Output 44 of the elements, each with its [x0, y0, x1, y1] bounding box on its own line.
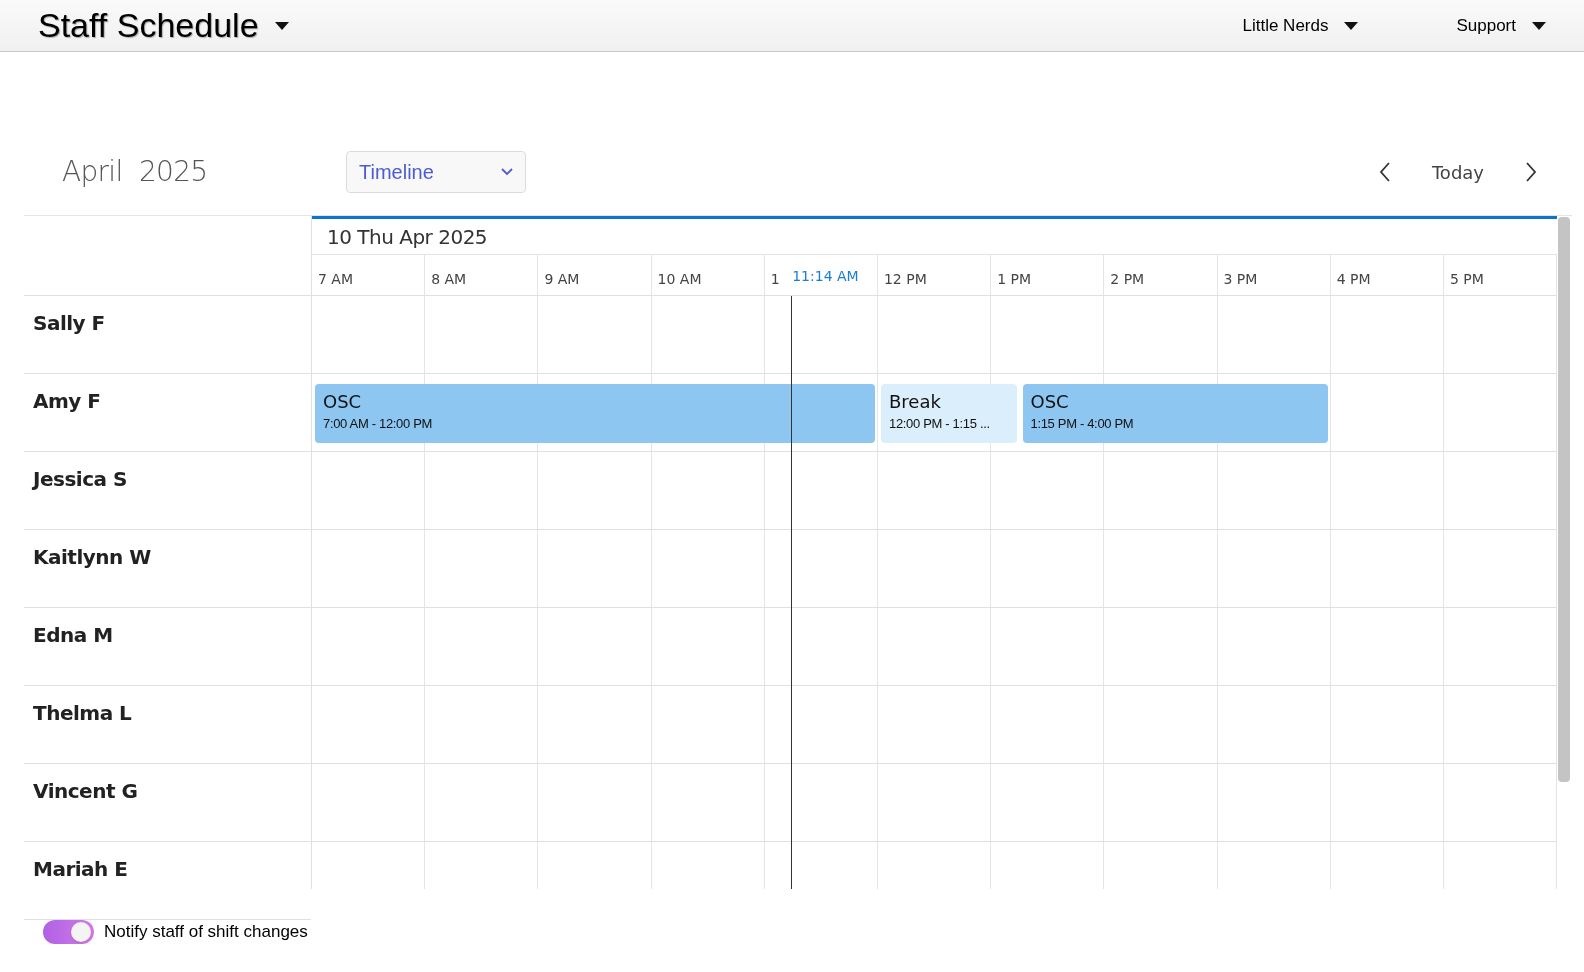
hour-label: 10 AM — [657, 271, 702, 287]
hour-label: 1 — [770, 271, 780, 287]
chevron-left-icon — [1378, 162, 1391, 182]
view-dropdown[interactable]: Timeline — [346, 151, 526, 193]
hour-label: 8 AM — [431, 271, 467, 287]
header-menu[interactable]: Support — [1456, 12, 1546, 39]
hour-label: 3 PM — [1223, 271, 1258, 287]
chevron-right-icon — [1525, 162, 1537, 182]
staff-name: Thelma L — [33, 701, 132, 725]
hour-label: 1 PM — [997, 271, 1031, 287]
hour-label: 5 PM — [1449, 271, 1484, 287]
staff-name: Vincent G — [33, 779, 138, 803]
caret-icon — [1344, 21, 1359, 30]
caret-icon — [274, 21, 289, 30]
month-year-label: April 2025 — [62, 154, 209, 190]
date-header: 10 Thu Apr 2025 — [327, 223, 488, 251]
chevron-down-icon — [501, 168, 513, 176]
app-title-menu[interactable]: Staff Schedule — [38, 0, 289, 51]
shift-event[interactable]: OSC 7:00 AM - 12:00 PM — [315, 384, 875, 443]
shift-event[interactable]: Break 12:00 PM - 1:15 ... — [881, 384, 1017, 443]
hour-label: 2 PM — [1110, 271, 1145, 287]
staff-name: Sally F — [33, 311, 105, 335]
staff-name: Edna M — [33, 623, 113, 647]
event-title: Break — [889, 390, 942, 414]
scrollbar[interactable] — [1558, 217, 1571, 782]
hour-label: 4 PM — [1336, 271, 1371, 287]
event-time: 7:00 AM - 12:00 PM — [323, 415, 433, 433]
hour-label: 12 PM — [883, 271, 927, 287]
hour-label: 9 AM — [544, 271, 580, 287]
staff-name: Mariah E — [33, 857, 128, 881]
shift-event[interactable]: OSC 1:15 PM - 4:00 PM — [1022, 384, 1328, 443]
staff-name: Kaitlynn W — [33, 545, 151, 569]
event-time: 1:15 PM - 4:00 PM — [1030, 415, 1134, 433]
today-button[interactable]: Today — [1427, 158, 1488, 186]
hour-label: 7 AM — [318, 271, 353, 287]
staff-name: Jessica S — [33, 467, 127, 491]
staff-name: Amy F — [33, 389, 101, 413]
event-title: OSC — [323, 390, 363, 414]
notify-label: Notify staff of shift changes — [104, 921, 308, 943]
event-time: 12:00 PM - 1:15 ... — [889, 415, 990, 433]
caret-icon — [1532, 21, 1546, 30]
event-title: OSC — [1030, 390, 1070, 414]
notify-toggle[interactable] — [43, 919, 94, 944]
header-menu[interactable]: Little Nerds — [1242, 12, 1359, 39]
